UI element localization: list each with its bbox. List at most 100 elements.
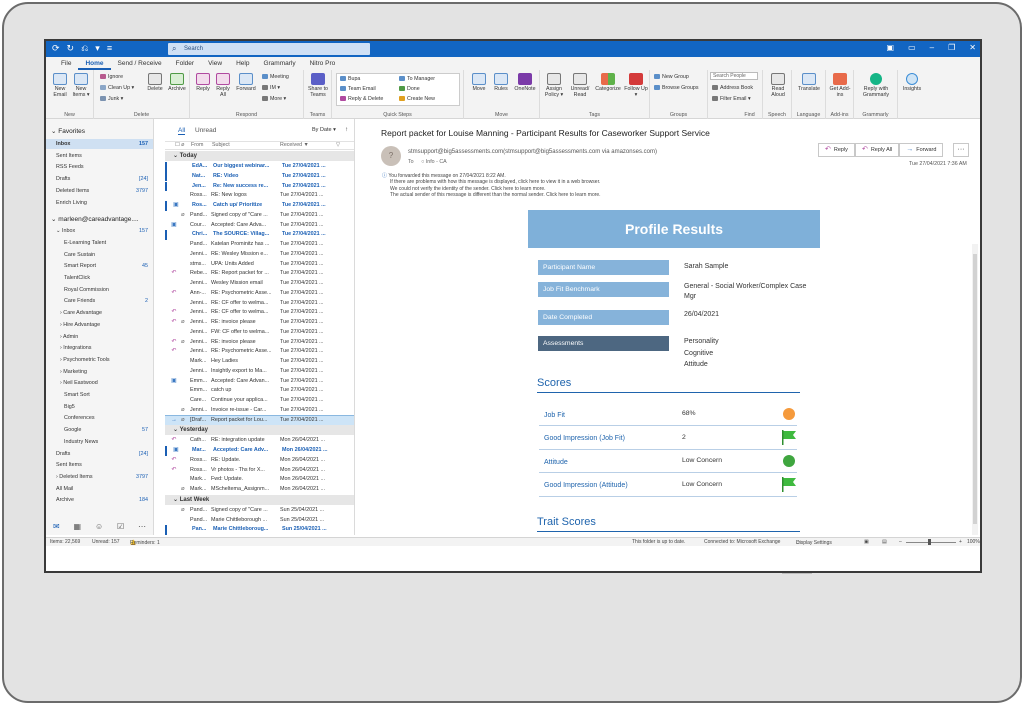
folder-smart-sort[interactable]: Smart Sort: [46, 390, 153, 400]
folder-big5[interactable]: Big5: [46, 402, 153, 412]
browse-groups-button[interactable]: Browse Groups: [654, 85, 699, 91]
folder-marketing[interactable]: › Marketing: [46, 367, 153, 377]
group-header-last-week[interactable]: ⌄ Last Week: [165, 494, 354, 505]
restore-button[interactable]: ❐: [948, 43, 955, 52]
message-row[interactable]: ↶ Jenni... RE: Psychometric Asse... Tue 27/…: [165, 347, 354, 357]
message-row[interactable]: Emm... catch up Tue 27/04/2021 ...: [165, 386, 354, 396]
folder-drafts[interactable]: Drafts [24]: [46, 449, 153, 459]
quick-access-icon[interactable]: ⟳: [52, 43, 60, 54]
favorite-rss-feeds[interactable]: RSS Feeds: [46, 162, 153, 172]
column-subject[interactable]: Subject: [212, 142, 230, 148]
message-row[interactable]: ↶ Rebe... RE: Report packet for ... Tue 27/…: [165, 269, 354, 279]
reply-all-button[interactable]: Reply All: [214, 73, 232, 98]
folder-psychometric-tools[interactable]: › Psychometric Tools: [46, 355, 153, 365]
translate-button[interactable]: Translate: [796, 73, 822, 92]
message-row[interactable]: Mark... Hey Ladies Tue 27/04/2021 ...: [165, 357, 354, 367]
menu-tab-file[interactable]: File: [54, 57, 78, 70]
menu-tab-nitro-pro[interactable]: Nitro Pro: [303, 57, 343, 70]
message-row[interactable]: Mark... Fwd: Update. Mon 26/04/2021 ...: [165, 475, 354, 485]
quick-access-icon[interactable]: ↻: [67, 43, 75, 54]
folder-industry-news[interactable]: Industry News: [46, 437, 153, 447]
favorite-enrich-living[interactable]: Enrich Living: [46, 198, 153, 208]
quick-step-create-new[interactable]: Create New: [399, 96, 435, 102]
insights-button[interactable]: Insights: [900, 73, 924, 92]
filter-email-button[interactable]: Filter Email ▾: [712, 96, 751, 102]
rules-button[interactable]: Rules: [490, 73, 512, 92]
tasks-icon[interactable]: ☑: [117, 522, 124, 535]
message-row[interactable]: Jenni... Insightly export to Ma... Tue 27/…: [165, 367, 354, 377]
reading-scrollbar[interactable]: [972, 244, 978, 535]
column-received[interactable]: Received ▼: [280, 142, 309, 148]
new-items-button[interactable]: New Items ▾: [70, 73, 92, 98]
people-icon[interactable]: ☺: [95, 522, 103, 535]
message-row[interactable]: Jenni... RE: CF offer to welma... Tue 27/0…: [165, 299, 354, 309]
quick-access-icon[interactable]: ⎌: [81, 43, 88, 54]
reply-button[interactable]: Reply: [194, 73, 212, 92]
message-row[interactable]: ▣ Mar... Accepted: Care Adv... Mon 26/04/20…: [165, 446, 354, 456]
message-row[interactable]: Pan... Marie Chittleboroug... Sun 25/04/20…: [165, 525, 354, 535]
quick-access-icon[interactable]: ≡: [107, 43, 112, 54]
message-row[interactable]: Pand... Marie Chittleborough ... Sun 25/04…: [165, 516, 354, 526]
message-row[interactable]: stms... UPA: Units Added Tue 27/04/2021 ..…: [165, 260, 354, 270]
quick-step-bupa[interactable]: Bupa: [340, 76, 360, 82]
new-group-button[interactable]: New Group: [654, 74, 689, 80]
folder-integrations[interactable]: › Integrations: [46, 343, 153, 353]
folder-care-friends[interactable]: Care Friends 2: [46, 296, 153, 306]
assign-policy-button[interactable]: Assign Policy ▾: [542, 73, 566, 98]
forward-button[interactable]: Forward: [234, 73, 258, 92]
scrollbar-thumb[interactable]: [973, 254, 977, 524]
folder-conferences[interactable]: Conferences: [46, 413, 153, 423]
zoom-in-icon[interactable]: +: [959, 539, 962, 545]
sort-direction-icon[interactable]: ↑: [345, 127, 348, 133]
address-book-button[interactable]: Address Book: [712, 85, 753, 91]
message-row[interactable]: Jenni... FW: CF offer to welma... Tue 27/0…: [165, 328, 354, 338]
filter-funnel-icon[interactable]: ▽: [336, 142, 340, 148]
share-to-teams-button[interactable]: Share to Teams: [306, 73, 330, 98]
message-row[interactable]: ▣ Ros... Catch up/ Prioritize Tue 27/04/202…: [165, 201, 354, 211]
menu-tab-home[interactable]: Home: [78, 57, 111, 70]
menu-tab-help[interactable]: Help: [229, 57, 256, 70]
search-people-input[interactable]: Search People: [710, 72, 758, 80]
message-row[interactable]: ↶ ⌀ Jenni... RE: invoice please Tue 27/04/20…: [165, 318, 354, 328]
minimize-button[interactable]: –: [930, 43, 934, 52]
column-from[interactable]: From: [191, 142, 203, 148]
message-row[interactable]: Jenni... Wesley Mission email Tue 27/04/20…: [165, 279, 354, 289]
folder-e-learning-talent[interactable]: E-Learning Talent: [46, 238, 153, 248]
mail-icon[interactable]: ✉: [53, 522, 60, 535]
ignore-button[interactable]: Ignore: [100, 74, 123, 80]
onenote-button[interactable]: OneNote: [512, 73, 538, 92]
folder-all-mail[interactable]: All Mail: [46, 484, 153, 494]
filter-unread-tab[interactable]: Unread: [195, 127, 216, 134]
unread-read-button[interactable]: Unread/ Read: [568, 73, 592, 98]
message-row[interactable]: ↶ Cath... RE: integration update Mon 26/04/…: [165, 436, 354, 446]
favorite-sent-items[interactable]: Sent Items: [46, 151, 153, 161]
archive-button[interactable]: Archive: [166, 73, 188, 92]
meeting-button[interactable]: Meeting: [262, 74, 289, 80]
quick-step-reply-delete[interactable]: Reply & Delete: [340, 96, 383, 102]
quick-step-team-email[interactable]: Team Email: [340, 86, 376, 92]
filter-all-tab[interactable]: All: [178, 127, 186, 135]
im-button[interactable]: IM ▾: [262, 85, 280, 91]
folder-google[interactable]: Google 57: [46, 425, 153, 435]
message-row[interactable]: Jen... Re: New success re... Tue 27/04/202…: [165, 181, 354, 192]
clean-up-button[interactable]: Clean Up ▾: [100, 85, 134, 91]
favorite-inbox[interactable]: Inbox 157: [46, 139, 153, 149]
search-box[interactable]: ⌕ Search: [168, 43, 370, 55]
message-row[interactable]: ↶ Ross... RE: Update. Mon 26/04/2021 ...: [165, 456, 354, 466]
more-respond-button[interactable]: More ▾: [262, 96, 286, 102]
junk-button[interactable]: Junk ▾: [100, 96, 123, 102]
folder-care-advantage[interactable]: › Care Advantage: [46, 308, 153, 318]
message-row[interactable]: → ⌀ [Draf... Report packet for Lou... Tue 27…: [165, 414, 354, 427]
sender-avatar[interactable]: ?: [381, 146, 401, 166]
menu-tab-send-receive[interactable]: Send / Receive: [111, 57, 169, 70]
calendar-icon[interactable]: ▦: [74, 522, 82, 535]
message-row[interactable]: Chri... The SOURCE: Villag... Tue 27/04/20…: [165, 230, 354, 240]
menu-tab-grammarly[interactable]: Grammarly: [256, 57, 302, 70]
info-sender-link[interactable]: The actual sender of this message is dif…: [382, 192, 601, 198]
message-row[interactable]: ▣ Cour... Accepted: Care Adva... Tue 27/04/…: [165, 221, 354, 231]
folder-care-sustain[interactable]: Care Sustain: [46, 250, 153, 260]
message-row[interactable]: ↶ Jenni... RE: CF offer to welma... Tue 27/…: [165, 308, 354, 318]
new-email-button[interactable]: New Email: [50, 73, 70, 98]
message-row[interactable]: ⌀ Jenni... Invoice re-issue - Car... Tue 27…: [165, 406, 354, 416]
zoom-slider-knob[interactable]: [928, 539, 931, 545]
